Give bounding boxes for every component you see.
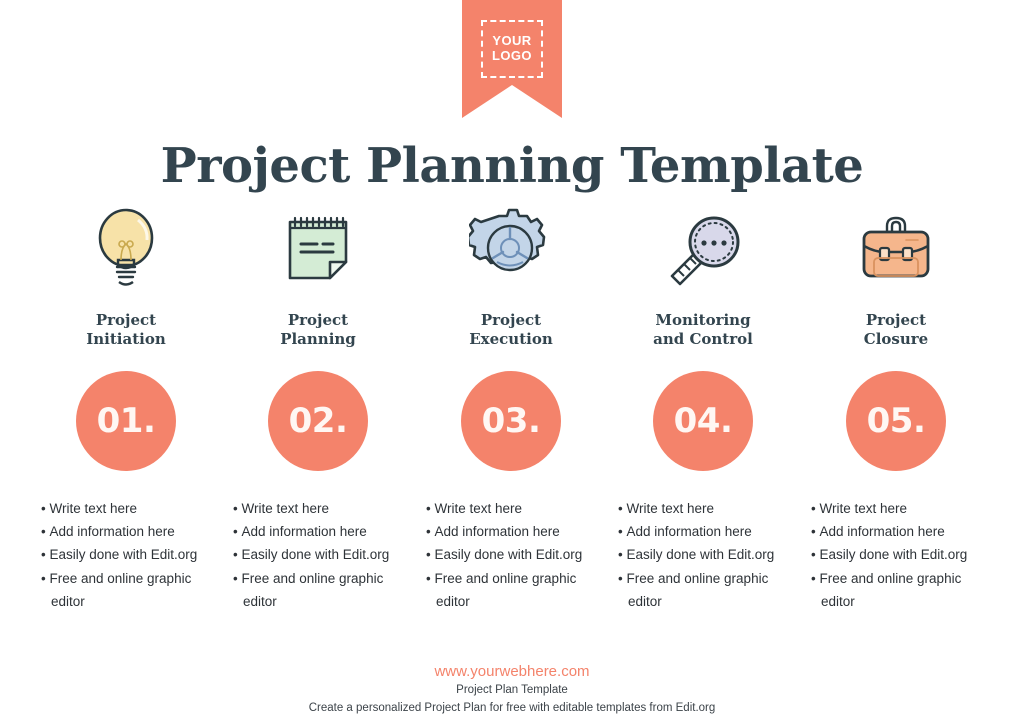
step-label-4-line2: and Control (653, 329, 753, 348)
logo-placeholder[interactable]: YOUR LOGO (481, 20, 543, 78)
footer-description: Create a personalized Project Plan for f… (308, 701, 716, 714)
step-label-5-line2: Closure (863, 329, 929, 348)
list-item: Easily done with Edit.org (41, 543, 222, 566)
step-column-5: Project Closure 05. Write text here Add … (800, 205, 992, 613)
bullet-list-4: Write text here Add information here Eas… (607, 497, 799, 614)
list-item: Write text here (233, 497, 414, 520)
logo-line-2: LOGO (492, 48, 532, 63)
list-item: Write text here (618, 497, 799, 520)
step-number-4: 04. (653, 370, 753, 471)
list-item: Free and online graphic editor (426, 567, 607, 614)
footer-template-name: Project Plan Template (456, 684, 568, 697)
step-label-3-line2: Execution (469, 329, 553, 348)
logo-line-1: YOUR (492, 33, 532, 49)
step-label-3-line1: Project (480, 311, 542, 329)
list-item: Easily done with Edit.org (618, 543, 799, 566)
bullet-list-5: Write text here Add information here Eas… (800, 497, 992, 614)
step-number-wrap-4: 04. (607, 370, 799, 471)
step-label-1: Project Initiation (30, 311, 222, 349)
step-label-1-line2: Initiation (86, 329, 166, 348)
step-column-1: Project Initiation 01. Write text here A… (30, 205, 222, 613)
step-column-4: Monitoring and Control 04. Write text he… (607, 205, 799, 613)
footer: www.yourwebhere.com Project Plan Templat… (0, 662, 1024, 717)
briefcase-icon (800, 205, 992, 291)
step-number-wrap-5: 05. (800, 370, 992, 471)
step-column-3: Project Execution 03. Write text here Ad… (415, 205, 607, 613)
bullet-list-3: Write text here Add information here Eas… (415, 497, 607, 614)
list-item: Free and online graphic editor (41, 567, 222, 614)
step-number-2: 02. (268, 370, 368, 471)
list-item: Easily done with Edit.org (426, 543, 607, 566)
list-item: Free and online graphic editor (618, 567, 799, 614)
footer-website-link[interactable]: www.yourwebhere.com (0, 662, 1024, 682)
list-item: Add information here (811, 520, 992, 543)
list-item: Free and online graphic editor (233, 567, 414, 614)
lightbulb-icon (30, 205, 222, 291)
step-number-3: 03. (461, 370, 561, 471)
step-label-1-line1: Project (95, 311, 157, 329)
step-label-4-line1: Monitoring (655, 311, 751, 329)
list-item: Add information here (618, 520, 799, 543)
bullet-list-1: Write text here Add information here Eas… (30, 497, 222, 614)
list-item: Easily done with Edit.org (233, 543, 414, 566)
magnifier-icon (607, 205, 799, 291)
step-number-1: 01. (76, 370, 176, 471)
step-label-2-line1: Project (287, 311, 349, 329)
gear-icon (415, 205, 607, 291)
step-number-wrap-3: 03. (415, 370, 607, 471)
step-number-5: 05. (846, 370, 946, 471)
step-label-2: Project Planning (222, 311, 414, 349)
list-item: Write text here (41, 497, 222, 520)
step-column-2: Project Planning 02. Write text here Add… (222, 205, 414, 613)
list-item: Add information here (41, 520, 222, 543)
notepad-icon (222, 205, 414, 291)
step-label-5-line1: Project (865, 311, 927, 329)
step-label-3: Project Execution (415, 311, 607, 349)
list-item: Add information here (233, 520, 414, 543)
step-label-4: Monitoring and Control (607, 311, 799, 349)
step-label-5: Project Closure (800, 311, 992, 349)
bullet-list-2: Write text here Add information here Eas… (222, 497, 414, 614)
list-item: Write text here (811, 497, 992, 520)
step-number-wrap-2: 02. (222, 370, 414, 471)
list-item: Add information here (426, 520, 607, 543)
page-title: Project Planning Template (160, 138, 864, 194)
list-item: Write text here (426, 497, 607, 520)
step-number-wrap-1: 01. (30, 370, 222, 471)
step-label-2-line2: Planning (280, 329, 356, 348)
list-item: Free and online graphic editor (811, 567, 992, 614)
list-item: Easily done with Edit.org (811, 543, 992, 566)
